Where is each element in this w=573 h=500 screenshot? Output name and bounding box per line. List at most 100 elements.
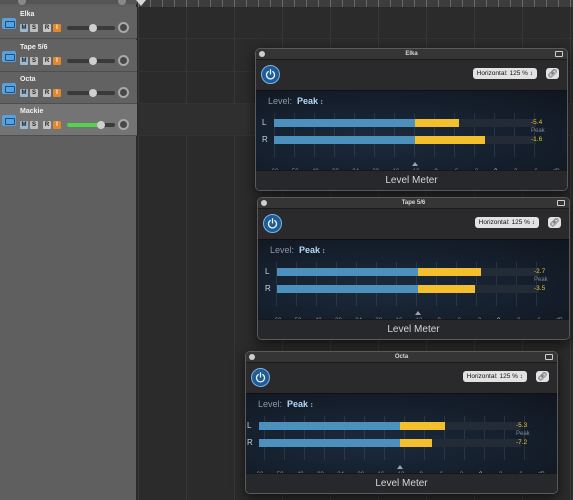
level-meter-plugin-window: Elka Horizontal: 125 % ↕︎ 🔗︎ Level: Peak… xyxy=(255,48,568,191)
meter-bar-l xyxy=(259,422,521,430)
track-name: Octa xyxy=(20,76,36,83)
peak-label: Peak xyxy=(534,277,548,283)
plugin-name-footer: Level Meter xyxy=(246,473,557,493)
link-button[interactable]: 🔗︎ xyxy=(546,68,559,79)
solo-button[interactable]: S xyxy=(30,57,38,65)
level-meter-plugin-window: Tape 5/6 Horizontal: 125 % ↕︎ 🔗︎ Level: … xyxy=(257,197,570,340)
mute-button[interactable]: M xyxy=(20,121,28,129)
record-enable-button[interactable]: R xyxy=(43,24,51,32)
channel-label-r: R xyxy=(262,135,268,144)
channel-label-l: L xyxy=(262,118,267,127)
power-button[interactable] xyxy=(251,368,270,387)
level-label: Level: xyxy=(268,96,293,106)
level-mode-select[interactable]: Peak ↕︎ xyxy=(299,245,326,255)
track-row-tape-5-6[interactable]: Tape 5/6 M S R I xyxy=(0,40,137,72)
meter-level-high xyxy=(400,422,446,430)
peak-value-l: -2.7 xyxy=(534,268,546,275)
power-icon xyxy=(265,69,276,80)
mute-button[interactable]: M xyxy=(20,57,28,65)
level-mode-select[interactable]: Peak ↕︎ xyxy=(297,96,324,106)
mute-button[interactable]: M xyxy=(20,89,28,97)
level-meter-plugin-window: Octa Horizontal: 125 % ↕︎ 🔗︎ Level: Peak… xyxy=(245,351,558,494)
volume-slider[interactable] xyxy=(67,121,115,129)
chevron-updown-icon: ↕︎ xyxy=(320,99,324,106)
volume-slider-knob[interactable] xyxy=(96,121,105,129)
peak-value-r: -3.5 xyxy=(534,285,546,292)
chevron-updown-icon: ↕︎ xyxy=(310,402,314,409)
zoom-select[interactable]: Horizontal: 125 % ↕︎ xyxy=(474,217,539,228)
audio-track-icon xyxy=(2,51,16,62)
logic-pro-window: Elka M S R I Tape 5/6 M S R I Octa M S R… xyxy=(0,0,573,500)
plugin-name-footer: Level Meter xyxy=(258,319,569,339)
track-row-octa[interactable]: Octa M S R I xyxy=(0,72,137,104)
link-button[interactable]: 🔗︎ xyxy=(548,217,561,228)
power-icon xyxy=(255,372,266,383)
track-row-elka[interactable]: Elka M S R I xyxy=(0,7,137,39)
expand-window-icon[interactable] xyxy=(557,200,565,206)
chevron-updown-icon: ↕︎ xyxy=(322,248,326,255)
level-mode-select[interactable]: Peak ↕︎ xyxy=(287,399,314,409)
volume-slider[interactable] xyxy=(67,89,115,97)
input-monitor-button[interactable]: I xyxy=(53,121,61,129)
level-label: Level: xyxy=(270,245,295,255)
zoom-select[interactable]: Horizontal: 125 % ↕︎ xyxy=(472,68,537,79)
pan-knob[interactable] xyxy=(118,87,129,98)
pan-knob[interactable] xyxy=(118,22,129,33)
plugin-controls-bar: Horizontal: 125 % ↕︎ 🔗︎ xyxy=(256,60,567,90)
zoom-select[interactable]: Horizontal: 125 % ↕︎ xyxy=(462,371,527,382)
track-name: Elka xyxy=(20,11,35,18)
volume-slider[interactable] xyxy=(67,24,115,32)
peak-label: Peak xyxy=(516,431,530,437)
timeline-ruler[interactable] xyxy=(136,0,573,7)
plugin-window-title: Octa xyxy=(394,354,409,360)
meter-level-high xyxy=(415,136,485,144)
plugin-window-title: Elka xyxy=(405,51,418,57)
level-mode-value: Peak xyxy=(287,399,309,409)
track-list: Elka M S R I Tape 5/6 M S R I Octa M S R… xyxy=(0,0,137,500)
peak-label: Peak xyxy=(531,128,545,134)
meter-level-high xyxy=(418,285,476,293)
volume-slider-knob[interactable] xyxy=(89,24,98,32)
mute-button[interactable]: M xyxy=(20,24,28,32)
input-monitor-button[interactable]: I xyxy=(53,57,61,65)
record-enable-button[interactable]: R xyxy=(43,121,51,129)
peak-value-r: -7.2 xyxy=(516,439,528,446)
meter-level-high xyxy=(418,268,481,276)
threshold-marker xyxy=(415,311,422,315)
plugin-title-bar[interactable]: Tape 5/6 xyxy=(258,198,569,209)
playhead-marker[interactable] xyxy=(136,0,146,6)
meter-bar-r xyxy=(274,136,536,144)
track-name: Tape 5/6 xyxy=(20,44,48,51)
threshold-marker xyxy=(397,465,404,469)
plugin-controls-bar: Horizontal: 125 % ↕︎ 🔗︎ xyxy=(246,363,557,393)
channel-label-r: R xyxy=(265,284,271,293)
plugin-title-bar[interactable]: Octa xyxy=(246,352,557,363)
expand-window-icon[interactable] xyxy=(545,354,553,360)
volume-slider[interactable] xyxy=(67,57,115,65)
input-monitor-button[interactable]: I xyxy=(53,89,61,97)
channel-label-l: L xyxy=(265,267,270,276)
track-lane[interactable] xyxy=(138,7,573,39)
pan-knob[interactable] xyxy=(118,119,129,130)
plugin-title-bar[interactable]: Elka xyxy=(256,49,567,60)
meter-level-low xyxy=(274,136,416,144)
pan-knob[interactable] xyxy=(118,55,129,66)
link-button[interactable]: 🔗︎ xyxy=(536,371,549,382)
meter-bar-l xyxy=(277,268,539,276)
track-row-mackie[interactable]: Mackie M S R I xyxy=(0,104,137,136)
power-button[interactable] xyxy=(261,65,280,84)
level-label: Level: xyxy=(258,399,283,409)
expand-window-icon[interactable] xyxy=(555,51,563,57)
solo-button[interactable]: S xyxy=(30,89,38,97)
volume-slider-knob[interactable] xyxy=(89,57,98,65)
link-icon: 🔗︎ xyxy=(549,218,560,227)
power-button[interactable] xyxy=(263,214,282,233)
record-enable-button[interactable]: R xyxy=(43,89,51,97)
record-enable-button[interactable]: R xyxy=(43,57,51,65)
solo-button[interactable]: S xyxy=(30,24,38,32)
input-monitor-button[interactable]: I xyxy=(53,24,61,32)
volume-slider-knob[interactable] xyxy=(89,89,98,97)
channel-label-l: L xyxy=(247,421,252,430)
solo-button[interactable]: S xyxy=(30,121,38,129)
link-icon: 🔗︎ xyxy=(537,372,548,381)
